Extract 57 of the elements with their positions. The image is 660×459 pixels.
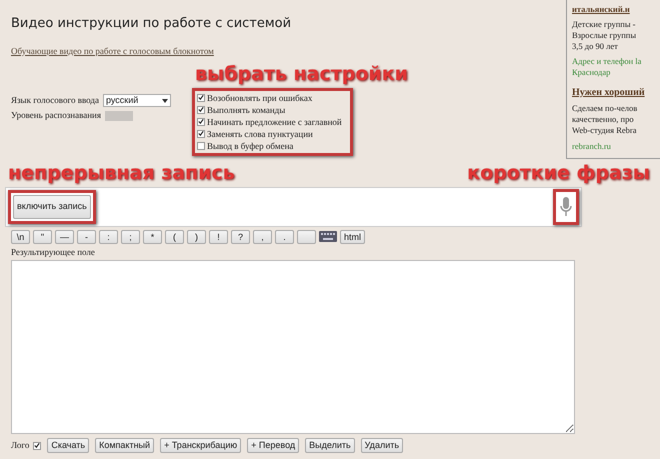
action-button[interactable]: Выделить [305,438,355,454]
ad-address: Адрес и телефон la [572,56,642,67]
ad-city: Краснодар [572,67,612,78]
ad-text: Взрослые группы [572,30,638,41]
checkbox[interactable] [197,118,205,126]
ad-text: 3,5 до 90 лет [572,41,619,52]
action-button[interactable]: Удалить [360,438,404,454]
ad-text: Web-студия Rebra [572,125,638,136]
annotation-label: выбрать настройки [195,64,409,85]
ad-text: Сделаем по-челов [572,103,638,114]
symbol-key[interactable]: : [99,230,118,244]
action-button[interactable]: + Транскрибацию [160,438,242,454]
field-label: Результирующее поле [11,246,96,259]
option-label: Начинать предложение с заглавной [207,116,342,128]
checkbox[interactable] [197,142,205,150]
language-select[interactable]: русский [102,94,171,108]
symbol-key[interactable]: * [143,230,162,244]
symbol-key[interactable]: . [275,230,294,244]
checkbox[interactable] [197,106,205,114]
annotation-label: непрерывная запись [8,163,235,184]
symbol-key[interactable]: \n [11,230,30,244]
ad-site: rebranch.ru [572,141,612,152]
action-button[interactable]: + Перевод [247,438,300,454]
page-title: Видео инструкции по работе с системой [11,16,292,32]
symbol-key[interactable]: " [33,230,52,244]
ad-text: Детские группы - [572,19,636,30]
record-button[interactable]: включить запись [13,194,91,219]
level-meter [105,111,134,122]
keyboard-icon[interactable] [319,231,337,242]
ad-heading[interactable]: Нужен хороший [572,87,660,98]
option-label: Заменять слова пунктуации [207,128,313,140]
checkbox[interactable] [197,94,205,102]
action-button[interactable]: Компактный [95,438,154,454]
ad-link[interactable]: итальянский.н [572,4,660,15]
ad-text: качественно, про [572,114,635,125]
symbol-key[interactable]: ( [165,230,184,244]
checkbox[interactable] [33,442,42,450]
microphone-icon[interactable] [560,196,572,217]
symbol-key[interactable]: ! [209,230,228,244]
symbol-key[interactable]: - [77,230,96,244]
symbol-key[interactable]: ? [231,230,250,244]
caret-icon [162,98,168,103]
annotation-label: короткие фразы [467,163,650,184]
symbol-key[interactable]: ; [121,230,140,244]
option-label: Возобновлять при ошибках [207,92,312,104]
video-link[interactable]: Обучающие видео по работе с голосовым блокнотом [11,44,214,58]
logo-label: Лого [11,439,30,452]
field-label: Уровень распознавания [11,109,102,122]
checkbox[interactable] [197,130,205,138]
html-button[interactable]: html [340,230,366,244]
symbol-key[interactable]: ) [187,230,206,244]
symbol-key[interactable]: , [253,230,272,244]
symbol-key[interactable]: — [55,230,74,244]
field-label: Язык голосового ввода [11,94,99,107]
option-label: Выполнять команды [207,104,286,116]
action-button[interactable]: Скачать [47,438,90,454]
option-label: Вывод в буфер обмена [207,140,294,152]
